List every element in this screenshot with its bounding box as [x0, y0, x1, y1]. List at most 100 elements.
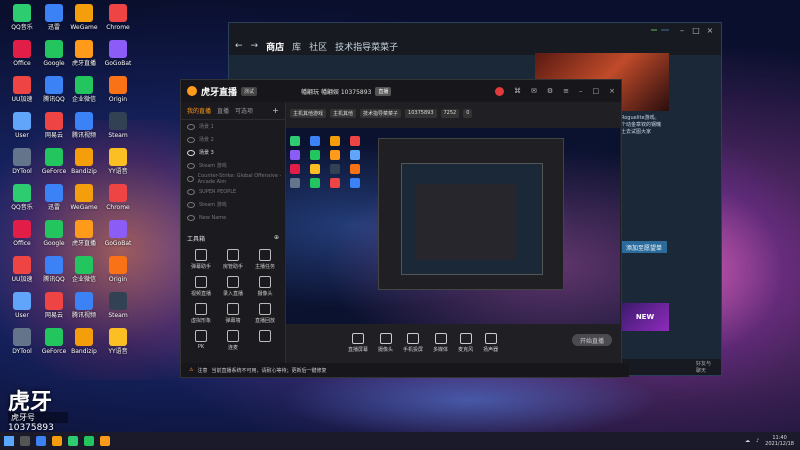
source-button[interactable]: 直播屏幕 — [348, 333, 368, 353]
tool-button[interactable]: 房管助手 — [217, 249, 249, 270]
nav-community[interactable]: 社区 — [309, 40, 327, 53]
desktop-shortcut[interactable]: GoGoBat — [100, 40, 136, 67]
desktop-shortcut[interactable]: Office — [4, 220, 40, 247]
desktop-shortcut[interactable]: 虎牙直播 — [66, 220, 102, 247]
add-scene-icon[interactable]: + — [272, 106, 279, 115]
desktop-shortcut[interactable]: WeGame — [66, 184, 102, 211]
desktop-shortcut[interactable]: Origin — [100, 76, 136, 103]
volume-icon[interactable]: ♪ — [756, 438, 759, 444]
wechat-icon[interactable] — [68, 436, 78, 446]
clock[interactable]: 11:40 2021/12/18 — [765, 435, 794, 447]
scene-item[interactable]: 场景 2 — [181, 133, 285, 146]
tool-button[interactable]: 主播任务 — [249, 249, 281, 270]
huya-taskbar-icon[interactable] — [100, 436, 110, 446]
tool-button[interactable]: 弹幕墙 — [217, 303, 249, 324]
source-button[interactable]: 摄像头 — [378, 333, 393, 353]
back-icon[interactable]: ← — [235, 41, 243, 51]
visibility-icon[interactable] — [187, 201, 195, 208]
tool-button[interactable]: 连麦 — [217, 330, 249, 351]
desktop-shortcut[interactable]: Steam — [100, 112, 136, 139]
close-icon[interactable]: × — [703, 26, 717, 35]
desktop-shortcut[interactable]: Chrome — [100, 184, 136, 211]
menu-icon[interactable]: ≡ — [563, 87, 569, 95]
source-button[interactable]: 麦克风 — [458, 333, 473, 353]
desktop-shortcut[interactable]: Chrome — [100, 4, 136, 31]
visibility-icon[interactable] — [187, 136, 195, 143]
nav-store[interactable]: 商店 — [266, 40, 284, 53]
desktop-shortcut[interactable]: WeGame — [66, 4, 102, 31]
record-icon[interactable] — [494, 86, 504, 96]
maximize-icon[interactable]: □ — [593, 87, 600, 95]
nav-username[interactable]: 技术指导菜菜子 — [335, 40, 398, 53]
search-icon[interactable] — [20, 436, 30, 446]
source-button[interactable]: 手机投屏 — [403, 333, 423, 353]
desktop-shortcut[interactable]: YY语音 — [100, 328, 136, 355]
nav-library[interactable]: 库 — [292, 40, 301, 53]
desktop-shortcut[interactable]: User — [4, 292, 40, 319]
desktop-shortcut[interactable]: UU加速 — [4, 256, 40, 283]
network-icon[interactable]: ☁ — [745, 438, 750, 444]
desktop-shortcut[interactable]: Bandizip — [66, 328, 102, 355]
tool-button[interactable]: 录入直播 — [217, 276, 249, 297]
chat-icon[interactable]: ✉ — [531, 87, 537, 95]
tab-options[interactable]: 可选项 — [235, 106, 253, 115]
tool-button[interactable]: PK — [185, 330, 217, 351]
wishlist-button[interactable]: 添加至愿望单 — [621, 241, 667, 253]
edge-icon[interactable] — [36, 436, 46, 446]
scene-item[interactable]: Counter-Strike: Global Offensive - Arcad… — [181, 172, 285, 185]
desktop-shortcut[interactable]: User — [4, 112, 40, 139]
promo-banner[interactable]: NEW — [621, 303, 669, 331]
desktop-shortcut[interactable]: YY语音 — [100, 148, 136, 175]
source-button[interactable]: 多媒体 — [433, 333, 448, 353]
start-live-button[interactable]: 开始直播 — [572, 334, 612, 346]
messenger-icon[interactable] — [84, 436, 94, 446]
link-icon[interactable]: ⌘ — [514, 87, 521, 95]
steam-account-button[interactable] — [661, 29, 669, 31]
desktop-shortcut[interactable]: QQ音乐 — [4, 4, 40, 31]
visibility-icon[interactable] — [187, 162, 195, 169]
tools-more-icon[interactable]: ⊕ — [274, 234, 279, 243]
tab-live[interactable]: 直播 — [217, 106, 229, 115]
scene-item[interactable]: 场景 1 — [181, 120, 285, 133]
tool-button[interactable]: 视频直播 — [185, 276, 217, 297]
desktop-shortcut[interactable]: 企业微信 — [66, 76, 102, 103]
windows-start-icon[interactable] — [4, 436, 14, 446]
desktop-shortcut[interactable]: UU加速 — [4, 76, 40, 103]
close-icon[interactable]: × — [609, 87, 615, 95]
desktop-shortcut[interactable]: DYTool — [4, 148, 40, 175]
tool-button[interactable]: 弹幕助手 — [185, 249, 217, 270]
visibility-icon[interactable] — [187, 149, 195, 156]
desktop-shortcut[interactable]: Office — [4, 40, 40, 67]
forward-icon[interactable]: → — [251, 41, 259, 51]
source-button[interactable]: 扬声器 — [483, 333, 498, 353]
tool-button[interactable]: 摄像头 — [249, 276, 281, 297]
desktop-shortcut[interactable]: 腾讯视频 — [66, 112, 102, 139]
scene-item[interactable]: New Name — [181, 211, 285, 224]
desktop-shortcut[interactable]: Steam — [100, 292, 136, 319]
tool-button[interactable] — [249, 330, 281, 351]
visibility-icon[interactable] — [187, 175, 194, 182]
scene-item[interactable]: Steam 游戏 — [181, 198, 285, 211]
desktop-shortcut[interactable]: DYTool — [4, 328, 40, 355]
desktop-shortcut[interactable]: 腾讯视频 — [66, 292, 102, 319]
file-explorer-icon[interactable] — [52, 436, 62, 446]
minimize-icon[interactable]: – — [675, 26, 689, 35]
settings-icon[interactable]: ⚙ — [547, 87, 553, 95]
maximize-icon[interactable]: □ — [689, 26, 703, 35]
stream-preview[interactable] — [286, 128, 620, 324]
desktop-shortcut[interactable]: 虎牙直播 — [66, 40, 102, 67]
tool-button[interactable]: 直播回放 — [249, 303, 281, 324]
visibility-icon[interactable] — [187, 123, 195, 130]
scene-item[interactable]: SUPER PEOPLE — [181, 185, 285, 198]
desktop-shortcut[interactable]: GoGoBat — [100, 220, 136, 247]
desktop-shortcut[interactable]: 企业微信 — [66, 256, 102, 283]
desktop-shortcut[interactable]: Bandizip — [66, 148, 102, 175]
scene-item[interactable]: 场景 3 — [181, 146, 285, 159]
visibility-icon[interactable] — [187, 214, 195, 221]
tab-my-live[interactable]: 我的直播 — [187, 106, 211, 115]
visibility-icon[interactable] — [187, 188, 195, 195]
minimize-icon[interactable]: – — [579, 87, 583, 95]
tool-button[interactable]: 虚拟形象 — [185, 303, 217, 324]
desktop-shortcut[interactable]: Origin — [100, 256, 136, 283]
scene-item[interactable]: Steam 游戏 — [181, 159, 285, 172]
